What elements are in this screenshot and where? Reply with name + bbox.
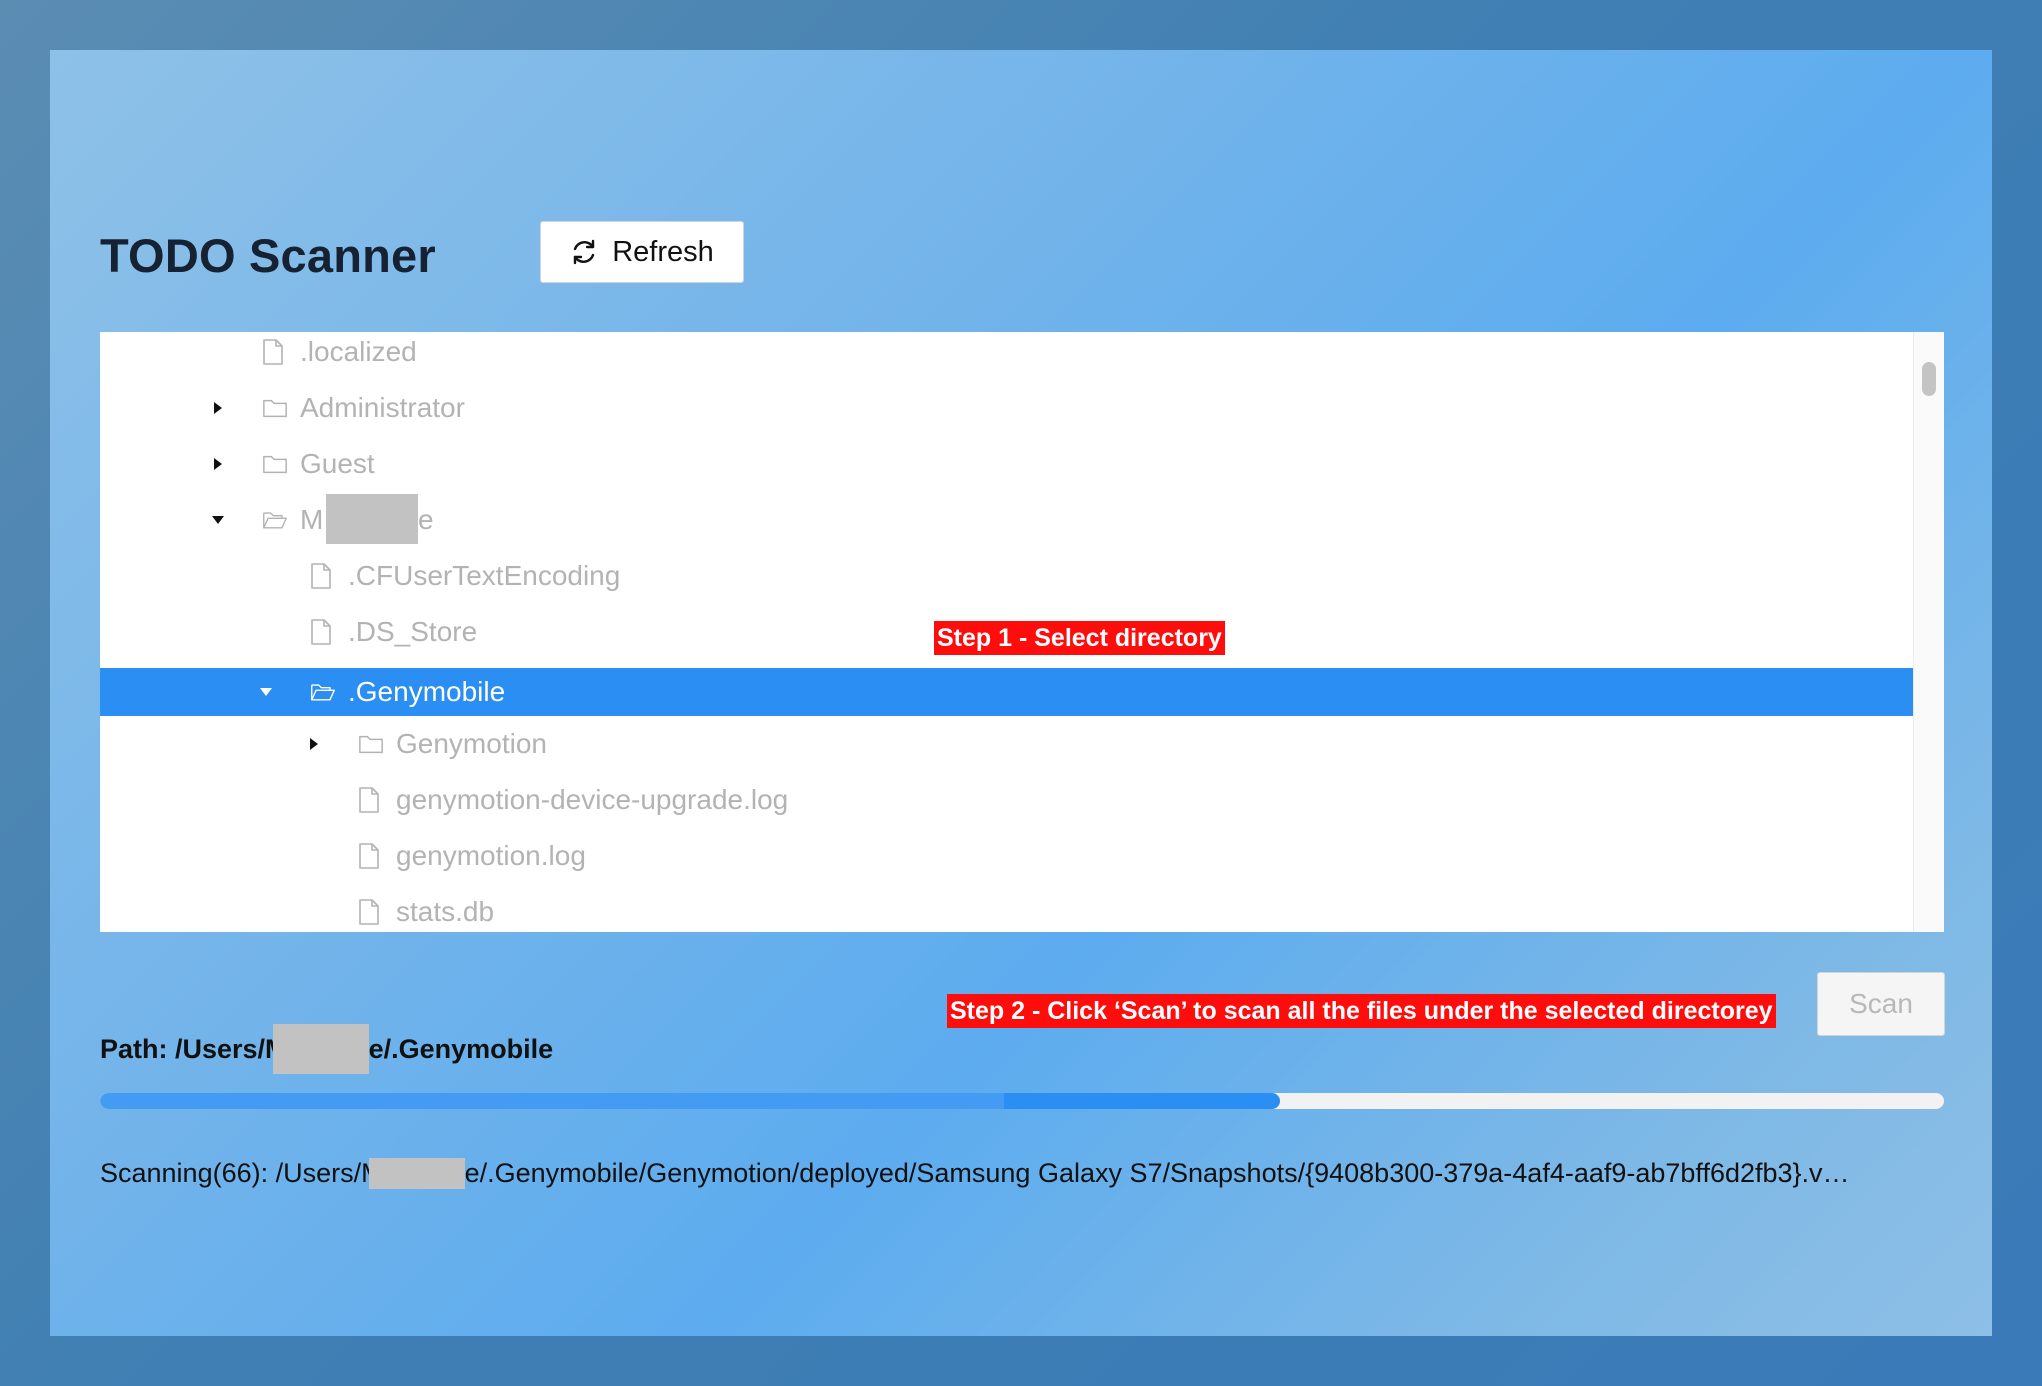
scan-progress-secondary <box>100 1093 1004 1109</box>
tree-node-label: genymotion-device-upgrade.log <box>396 784 789 815</box>
scanning-suffix: e/.Genymobile/Genymotion/deployed/Samsun… <box>464 1158 1850 1188</box>
file-icon <box>310 562 336 590</box>
scan-progress-bar <box>100 1093 1944 1109</box>
tree-file-row[interactable]: genymotion.log <box>100 832 1914 880</box>
path-suffix: e/.Genymobile <box>368 1034 554 1064</box>
tree-node-label-suffix: e <box>418 504 434 535</box>
app-title: TODO Scanner <box>100 229 436 282</box>
tree-node-label: .Genymobile <box>348 676 506 707</box>
tree-file-row[interactable]: genymotion-device-upgrade.log <box>100 776 1914 824</box>
step1-annotation: Step 1 - Select directory <box>934 621 1225 655</box>
tree-node-label: M <box>300 504 324 535</box>
tree-scrollbar-thumb[interactable] <box>1922 362 1936 396</box>
caret-down-icon[interactable] <box>210 512 226 528</box>
path-prefix: Path: /Users/M <box>100 1034 288 1064</box>
tree-node-label: .localized <box>300 336 417 367</box>
tree-file-row[interactable]: stats.db <box>100 888 1914 932</box>
folder-open-icon <box>310 678 336 706</box>
folder-icon <box>262 394 288 422</box>
tree-folder-row[interactable]: Genymotion <box>100 720 1914 768</box>
tree-node-label: stats.db <box>396 896 495 927</box>
tree-node-label: .DS_Store <box>348 616 478 647</box>
caret-right-icon[interactable] <box>210 400 226 416</box>
file-icon <box>262 338 288 366</box>
refresh-label: Refresh <box>612 235 714 268</box>
file-icon <box>358 898 384 926</box>
folder-open-icon <box>262 506 288 534</box>
tree-node-label: Administrator <box>300 392 465 423</box>
app-header: TODO Scanner Refresh <box>100 221 744 283</box>
tree-file-row[interactable]: .localized <box>100 332 1914 376</box>
refresh-icon <box>570 238 598 266</box>
tree-node-label: .CFUserTextEncoding <box>348 560 621 591</box>
refresh-button[interactable]: Refresh <box>540 221 744 283</box>
tree-node-label: Guest <box>300 448 375 479</box>
step2-annotation: Step 2 - Click ‘Scan’ to scan all the fi… <box>947 994 1776 1028</box>
caret-right-icon[interactable] <box>210 456 226 472</box>
selected-path: Path: /Users/M e/.Genymobile <box>100 1023 554 1074</box>
caret-right-icon[interactable] <box>306 736 322 752</box>
name-redaction <box>326 494 418 544</box>
tree-file-row[interactable]: .CFUserTextEncoding <box>100 552 1914 600</box>
folder-icon <box>358 730 384 758</box>
file-icon <box>310 618 336 646</box>
tree-scrollbar[interactable] <box>1913 332 1944 932</box>
scanning-redaction <box>368 1158 465 1189</box>
tree-folder-row[interactable]: Administrator <box>100 384 1914 432</box>
folder-icon <box>262 450 288 478</box>
file-icon <box>358 842 384 870</box>
tree-folder-row[interactable]: .Genymobile <box>100 668 1914 716</box>
caret-down-icon[interactable] <box>258 684 274 700</box>
app-window: TODO Scanner Refresh .localized Administr… <box>50 50 1992 1336</box>
tree-node-label: Genymotion <box>396 728 547 759</box>
scan-button[interactable]: Scan <box>1817 972 1945 1036</box>
tree-node-label: genymotion.log <box>396 840 586 871</box>
tree-folder-row[interactable]: Me <box>100 494 1914 544</box>
file-icon <box>358 786 384 814</box>
scanning-status: Scanning(66): /Users/M e/.Genymobile/Geny… <box>100 1158 1930 1189</box>
scanning-prefix: Scanning(66): /Users/M <box>100 1158 384 1188</box>
path-redaction <box>272 1023 369 1074</box>
tree-folder-row[interactable]: Guest <box>100 440 1914 488</box>
